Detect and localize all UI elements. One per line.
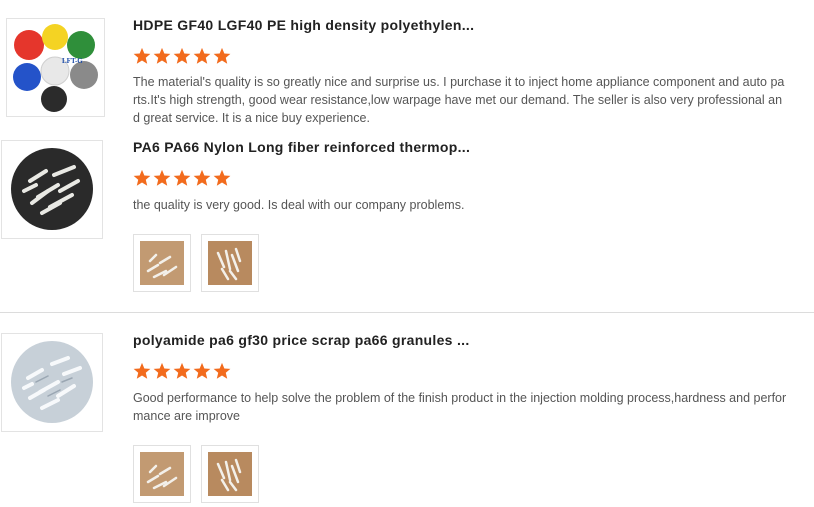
review-product-title[interactable]: HDPE GF40 LGF40 PE high density polyethy… [133,17,474,33]
rating-stars [133,362,231,380]
star-icon [133,47,151,64]
star-icon [173,169,191,186]
star-icon [133,169,151,186]
star-icon [173,47,191,64]
star-icon [153,362,171,379]
star-icon [213,362,231,379]
product-thumbnail[interactable] [1,333,103,432]
review-photos [133,445,259,503]
rating-stars [133,47,231,65]
star-icon [153,47,171,64]
product-thumbnail[interactable]: LFT-G [6,18,105,117]
review-photos [133,234,259,292]
review-product-title[interactable]: polyamide pa6 gf30 price scrap pa66 gran… [133,332,470,348]
review-photo[interactable] [201,234,259,292]
star-icon [193,169,211,186]
star-icon [193,47,211,64]
star-icon [173,362,191,379]
star-icon [213,169,231,186]
granules-photo-image [208,452,252,496]
brand-logo: LFT-G [62,57,83,65]
review-text: The material's quality is so greatly nic… [133,75,785,125]
colored-granules-image: LFT-G [13,24,98,112]
review-product-title[interactable]: PA6 PA66 Nylon Long fiber reinforced the… [133,139,470,155]
star-icon [153,169,171,186]
review-text: the quality is very good. Is deal with o… [133,198,465,212]
granules-photo-image [208,241,252,285]
star-icon [133,362,151,379]
star-icon [213,47,231,64]
rating-stars [133,169,231,187]
review-divider [0,312,814,313]
review-photo[interactable] [133,234,191,292]
fiber-pellets-image [11,148,93,230]
nylon-granules-image [11,341,93,423]
review-photo[interactable] [133,445,191,503]
granules-photo-image [140,452,184,496]
granules-photo-image [140,241,184,285]
review-photo[interactable] [201,445,259,503]
review-text: Good performance to help solve the probl… [133,391,787,423]
star-icon [193,362,211,379]
product-thumbnail[interactable] [1,140,103,239]
